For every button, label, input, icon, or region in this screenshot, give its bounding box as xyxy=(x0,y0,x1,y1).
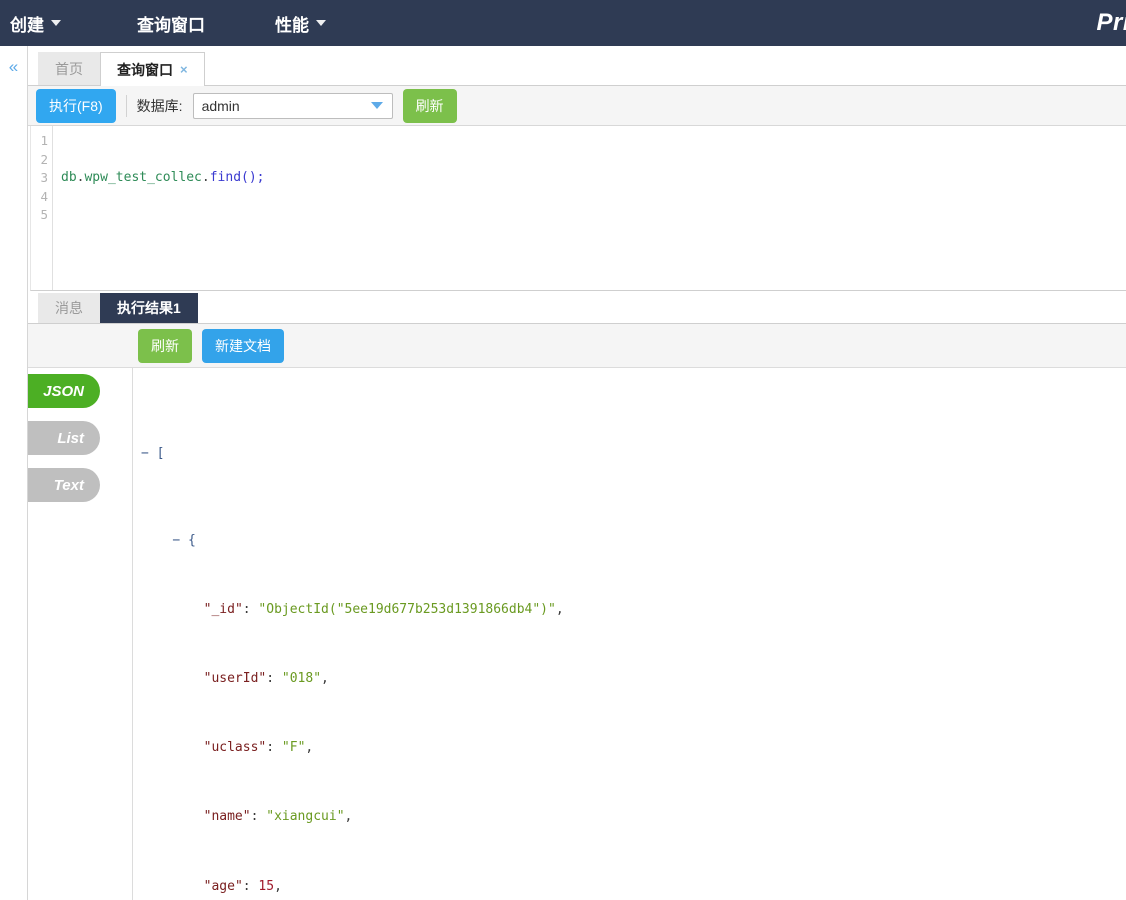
json-row-field: "_id": "ObjectId("5ee19d677b253d1391866d… xyxy=(203,601,564,617)
refresh-database-button[interactable]: 刷新 xyxy=(402,88,457,123)
json-row-field: "age": 15, xyxy=(203,878,282,894)
json-value-name: "xiangcui" xyxy=(266,809,345,825)
code-editor[interactable]: 1 2 3 4 5 db.wpw_test_collec.find(); db.… xyxy=(30,126,1126,291)
line-number: 2 xyxy=(40,151,48,167)
nav-item-create[interactable]: 创建 xyxy=(0,0,77,46)
code-line-1: db.wpw_test_collec.find(); xyxy=(61,169,1126,188)
json-value-userid: "018" xyxy=(281,671,322,687)
token-paren: ( xyxy=(241,170,249,185)
token-find: find xyxy=(209,170,242,185)
view-mode-text[interactable]: Text xyxy=(28,468,100,502)
view-mode-column: JSON List Text xyxy=(28,368,133,900)
json-value-id: "ObjectId("5ee19d677b253d1391866db4")" xyxy=(258,601,556,617)
token-db: db xyxy=(61,170,77,185)
json-key-userid: "userId" xyxy=(203,671,267,687)
json-row-doc-open: − { xyxy=(141,532,1126,549)
chevron-down-icon xyxy=(370,102,383,109)
query-toolbar: 执行(F8) 数据库: admin 刷新 xyxy=(28,86,1126,126)
database-select[interactable]: admin xyxy=(192,92,393,119)
tab-home-label: 首页 xyxy=(55,61,83,77)
view-mode-list-label: List xyxy=(57,429,84,447)
chevron-down-icon xyxy=(51,20,61,26)
json-key-uclass: "uclass" xyxy=(203,740,267,756)
refresh-result-button[interactable]: 刷新 xyxy=(138,328,192,363)
result-body: JSON List Text − [ − { "_id": "ObjectId(… xyxy=(28,368,1126,900)
json-open-bracket: [ xyxy=(156,446,165,462)
sidebar-rail: « xyxy=(0,46,28,900)
tab-messages-label: 消息 xyxy=(55,300,83,316)
token-close: ); xyxy=(248,170,265,185)
json-row-root-open: − [ xyxy=(141,445,1126,462)
editor-line-number-gutter: 1 2 3 4 5 xyxy=(31,126,53,290)
app-shell: « 首页 查询窗口 × 执行(F8) 数据库: admin 刷新 1 2 3 4… xyxy=(0,46,1126,900)
line-number: 1 xyxy=(40,133,48,148)
result-toolbar: 刷新 新建文档 xyxy=(28,324,1126,368)
execute-button[interactable]: 执行(F8) xyxy=(36,88,116,123)
token-dot: . xyxy=(201,170,210,185)
database-select-value: admin xyxy=(201,97,240,114)
nav-item-performance[interactable]: 性能 xyxy=(259,0,342,46)
result-panel: 消息 执行结果1 刷新 新建文档 JSON List Text − [− {… xyxy=(28,291,1126,900)
collapse-sidebar-icon[interactable]: « xyxy=(9,58,18,75)
nav-item-query-window[interactable]: 查询窗口 xyxy=(121,0,221,46)
line-number: 4 xyxy=(40,188,48,204)
json-key-age: "age" xyxy=(203,878,243,894)
tab-query-window-label: 查询窗口 xyxy=(117,61,173,78)
json-key-id: "_id" xyxy=(203,601,243,617)
view-mode-list[interactable]: List xyxy=(28,421,100,455)
new-document-button[interactable]: 新建文档 xyxy=(202,328,284,363)
view-mode-json[interactable]: JSON xyxy=(28,374,100,408)
database-label: 数据库: xyxy=(136,97,183,114)
editor-tab-bar: 首页 查询窗口 × xyxy=(28,46,1126,86)
result-tab-bar: 消息 执行结果1 xyxy=(28,291,1126,324)
collapse-toggle-icon[interactable]: − xyxy=(172,533,180,548)
collapse-toggle-icon[interactable]: − xyxy=(141,446,149,461)
json-key-name: "name" xyxy=(203,809,251,825)
close-icon[interactable]: × xyxy=(180,63,188,76)
json-row-field: "name": "xiangcui", xyxy=(203,809,353,825)
workspace: 首页 查询窗口 × 执行(F8) 数据库: admin 刷新 1 2 3 4 5… xyxy=(28,46,1126,900)
tab-home[interactable]: 首页 xyxy=(38,52,100,85)
tab-execution-result-1[interactable]: 执行结果1 xyxy=(100,293,198,323)
top-navigation-bar: 创建 查询窗口 性能 Pri xyxy=(0,0,1126,46)
app-brand-logo: Pri xyxy=(1096,9,1126,36)
editor-code-area[interactable]: db.wpw_test_collec.find(); db.wpw_test_c… xyxy=(53,126,1126,290)
nav-item-create-label: 创建 xyxy=(10,15,44,35)
line-number: 5 xyxy=(40,207,48,222)
chevron-down-icon xyxy=(316,20,326,26)
json-value-age: 15 xyxy=(258,878,275,894)
json-result-viewer[interactable]: − [ − { "_id": "ObjectId("5ee19d677b253d… xyxy=(133,368,1126,900)
tab-messages[interactable]: 消息 xyxy=(38,293,100,323)
toolbar-divider xyxy=(125,94,127,117)
tab-execution-result-1-label: 执行结果1 xyxy=(117,300,181,316)
json-row-field: "userId": "018", xyxy=(203,671,329,687)
json-open-brace: { xyxy=(187,532,196,548)
json-value-uclass: "F" xyxy=(281,740,306,756)
nav-item-performance-label: 性能 xyxy=(275,15,309,35)
line-number: 3 xyxy=(40,170,48,185)
nav-item-query-window-label: 查询窗口 xyxy=(137,15,205,35)
json-row-field: "uclass": "F", xyxy=(203,740,314,756)
view-mode-json-label: JSON xyxy=(43,382,84,400)
view-mode-text-label: Text xyxy=(53,476,84,494)
token-collection: wpw_test_collec xyxy=(84,170,202,185)
tab-query-window[interactable]: 查询窗口 × xyxy=(100,52,205,86)
